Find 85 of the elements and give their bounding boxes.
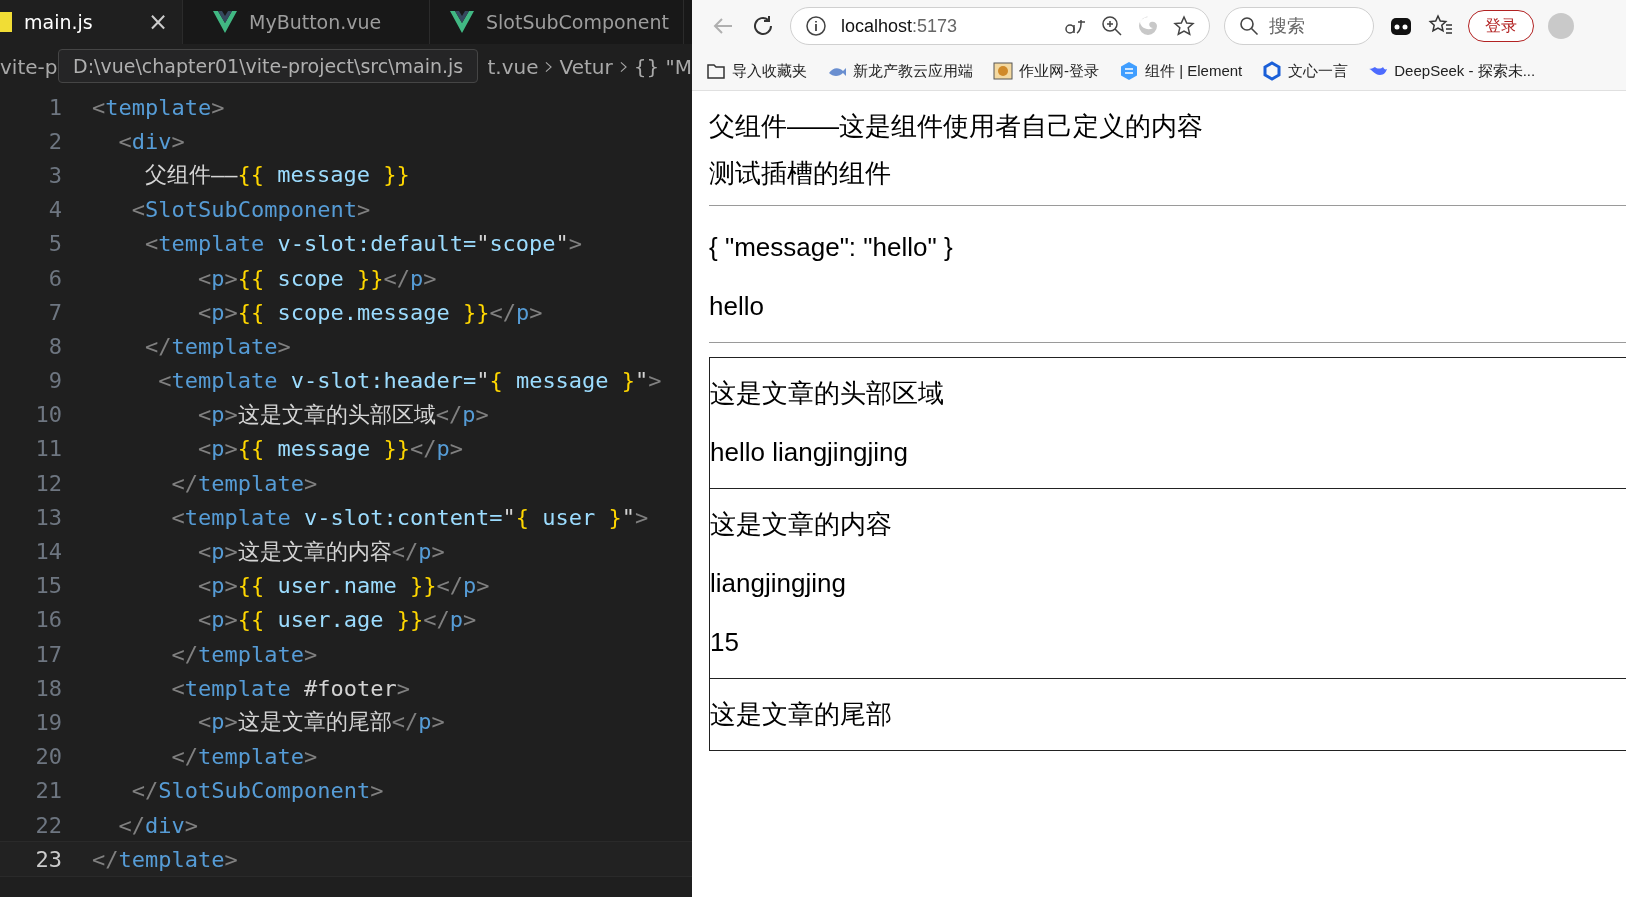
code-line: <p>{{ user.age }}</p> xyxy=(196,607,477,633)
code-line: <p>{{ user.name }}</p> xyxy=(196,573,490,599)
line-number: 17 xyxy=(34,641,62,667)
page-text: 父组件——这是组件使用者自己定义的内容 xyxy=(709,110,1204,143)
page-text: 这是文章的尾部 xyxy=(710,698,893,731)
code-line: <p>{{ scope }}</p> xyxy=(196,265,437,291)
search-field[interactable]: 搜索 xyxy=(1224,7,1374,45)
line-number: 3 xyxy=(47,162,62,188)
page-text: hello liangjingjing xyxy=(710,436,910,469)
line-number: 9 xyxy=(47,368,62,394)
line-number: 4 xyxy=(47,197,62,223)
line-number: 11 xyxy=(34,436,62,462)
line-number: 8 xyxy=(47,333,62,359)
line-number: 12 xyxy=(34,470,62,496)
code-line: </SlotSubComponent> xyxy=(130,778,384,804)
vue-file-icon xyxy=(213,11,237,33)
code-line: <SlotSubComponent> xyxy=(130,197,371,223)
bookmark-item[interactable]: 文心一言 xyxy=(1262,61,1349,81)
line-number: 1 xyxy=(47,94,62,120)
line-number: 2 xyxy=(47,128,62,154)
breadcrumb-item[interactable]: Vetur xyxy=(559,55,613,79)
zoom-icon[interactable] xyxy=(1101,15,1123,37)
code-line: </template> xyxy=(92,846,238,872)
login-button[interactable]: 登录 xyxy=(1468,10,1534,42)
code-line: <p>这是文章的头部区域</p> xyxy=(196,400,489,429)
code-line: 父组件——{{ message }} xyxy=(143,161,410,190)
line-number: 10 xyxy=(34,402,62,428)
line-number: 21 xyxy=(34,778,62,804)
page-text: hello xyxy=(709,290,765,323)
code-line: <p>这是文章的尾部</p> xyxy=(196,708,445,737)
path-tooltip: D:\vue\chapter01\vite-project\src\main.js xyxy=(58,49,478,83)
line-number: 6 xyxy=(47,265,62,291)
code-line: </div> xyxy=(117,812,198,838)
code-line: <p>{{ message }}</p> xyxy=(196,436,463,462)
page-text: 这是文章的头部区域 xyxy=(710,377,945,410)
hexagon-icon xyxy=(1119,61,1139,81)
line-number: 5 xyxy=(47,231,62,257)
image-icon xyxy=(993,61,1013,81)
vue-file-icon xyxy=(450,11,474,33)
line-number: 16 xyxy=(34,607,62,633)
line-number: 22 xyxy=(34,812,62,838)
line-number: 23 xyxy=(34,846,62,872)
code-line: <div> xyxy=(117,128,185,154)
page-text: 15 xyxy=(710,626,740,659)
close-icon[interactable]: × xyxy=(147,8,168,36)
line-number: 18 xyxy=(34,675,62,701)
line-number: 15 xyxy=(34,573,62,599)
breadcrumb-item[interactable]: vite-p xyxy=(0,55,58,79)
code-line: <template> xyxy=(92,94,225,120)
code-line: </template> xyxy=(170,744,318,770)
bookmark-item[interactable]: 作业网-登录 xyxy=(993,61,1099,81)
code-line: <p>这是文章的内容</p> xyxy=(196,537,445,566)
breadcrumb-item[interactable]: {} "M xyxy=(633,55,692,79)
star-icon[interactable] xyxy=(1173,15,1195,37)
editor-tab[interactable]: main.js × xyxy=(0,0,183,44)
code-line: <p>{{ scope.message }}</p> xyxy=(196,299,543,325)
bookmark-item[interactable]: 组件 | Element xyxy=(1119,61,1243,81)
address-bar[interactable]: localhost:5173 xyxy=(790,7,1210,45)
code-line: </template> xyxy=(143,333,291,359)
url-text: localhost:5173 xyxy=(841,15,958,37)
code-line: <template #footer> xyxy=(170,675,410,701)
page-text: 测试插槽的组件 xyxy=(709,157,892,190)
code-line: <template v-slot:header="{ message }"> xyxy=(157,368,662,394)
line-number: 7 xyxy=(47,299,62,325)
folder-icon xyxy=(706,61,726,81)
code-line: </template> xyxy=(170,641,318,667)
info-icon[interactable] xyxy=(805,15,827,37)
page-text: { "message": "hello" } xyxy=(709,231,954,264)
search-icon xyxy=(1239,16,1259,36)
page-text: 这是文章的内容 xyxy=(710,508,893,541)
line-number: 20 xyxy=(34,744,62,770)
page-text: liangjingjing xyxy=(710,567,847,600)
bookmark-item[interactable]: 新龙产教云应用端 xyxy=(827,61,973,81)
bookmark-item[interactable]: DeepSeek - 探索未... xyxy=(1368,61,1536,81)
line-number: 19 xyxy=(34,709,62,735)
cube-icon xyxy=(1262,61,1283,81)
line-number: 13 xyxy=(34,504,62,530)
search-input[interactable]: 搜索 xyxy=(1269,15,1359,37)
code-line: </template> xyxy=(170,470,318,496)
line-number: 14 xyxy=(34,539,62,565)
breadcrumb-item[interactable]: t.vue xyxy=(487,55,539,79)
js-file-icon xyxy=(0,12,12,32)
code-line: <template v-slot:default="scope"> xyxy=(143,231,583,257)
bookmark-item[interactable]: 导入收藏夹 xyxy=(706,61,807,81)
code-line: <template v-slot:content="{ user }"> xyxy=(170,504,649,530)
